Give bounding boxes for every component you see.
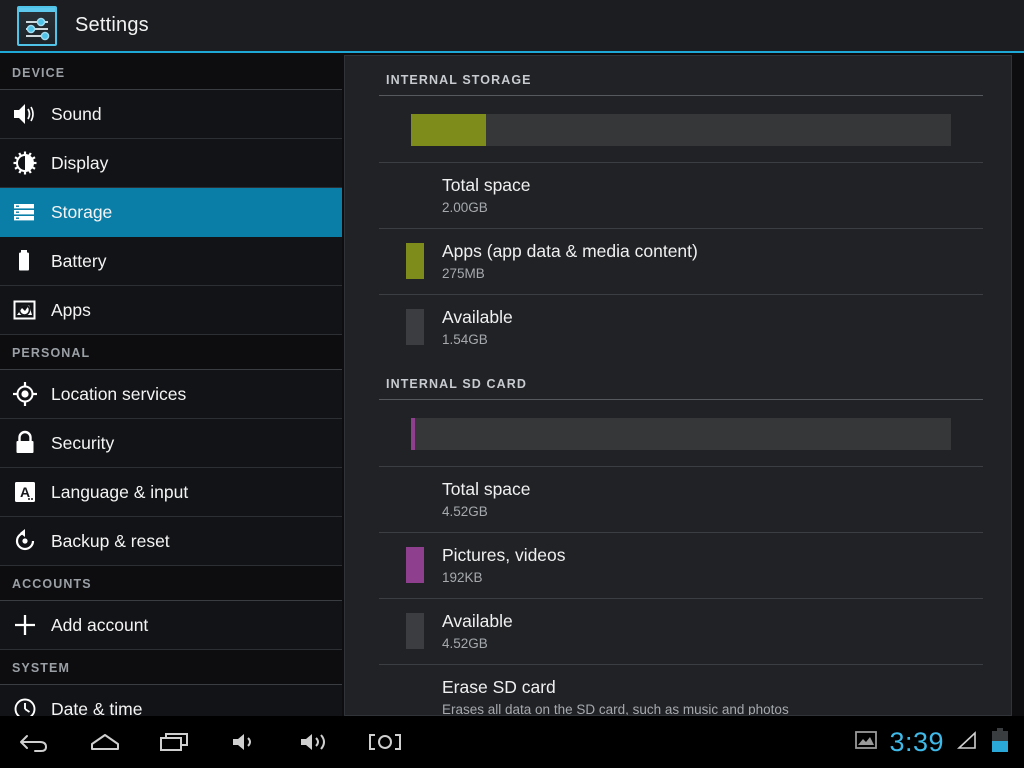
storage-row-value: 4.52GB [442, 636, 488, 651]
image-icon[interactable] [854, 729, 878, 756]
storage-content-panel: INTERNAL STORAGE Total space 2.00GB Apps (a… [344, 55, 1012, 716]
sidebar-item-label: Date & time [51, 698, 143, 717]
sidebar-item-apps[interactable]: Apps [0, 286, 342, 335]
storage-usage-bar-wrap [379, 400, 983, 466]
signal-triangle-icon[interactable] [955, 729, 979, 756]
language-a-icon: A [10, 477, 40, 507]
storage-bar-segment [411, 114, 486, 146]
storage-row-color-swatch [406, 547, 424, 583]
sidebar-item-label: Security [51, 432, 115, 453]
sidebar-item-label: Sound [51, 103, 102, 124]
storage-row-color-swatch [406, 613, 424, 649]
sidebar-item-security[interactable]: Security [0, 419, 342, 468]
storage-row-text: Apps (app data & media content) 275MB [442, 240, 698, 282]
sidebar-item-add-account[interactable]: Add account [0, 601, 342, 650]
storage-row-text: Total space 4.52GB [442, 478, 531, 520]
storage-row-title: Total space [442, 175, 531, 195]
storage-row[interactable]: Erase SD card Erases all data on the SD c… [379, 664, 983, 716]
plus-icon [10, 610, 40, 640]
sidebar-item-label: Storage [51, 201, 113, 222]
sidebar-item-display[interactable]: Display [0, 139, 342, 188]
storage-usage-bar-wrap [379, 96, 983, 162]
sidebar-section-header: DEVICE [0, 55, 342, 90]
title-bar: Settings [0, 0, 1024, 53]
settings-screen: Settings DEVICE Sound Display Storage Batter… [0, 0, 1024, 768]
home-icon[interactable] [70, 716, 140, 768]
settings-sliders-icon [17, 5, 57, 46]
storage-usage-bar [411, 418, 951, 450]
sidebar-item-battery[interactable]: Battery [0, 237, 342, 286]
storage-row-text: Erase SD card Erases all data on the SD c… [442, 676, 789, 716]
sidebar-item-label: Location services [51, 383, 187, 404]
storage-row[interactable]: Total space 4.52GB [379, 466, 983, 532]
storage-row-value: 275MB [442, 266, 485, 281]
sidebar-item-sound[interactable]: Sound [0, 90, 342, 139]
storage-row-value: 4.52GB [442, 504, 488, 519]
settings-sidebar[interactable]: DEVICE Sound Display Storage Battery Apps PERS… [0, 55, 342, 716]
sidebar-item-language-input[interactable]: A Language & input [0, 468, 342, 517]
storage-row-color-swatch [406, 309, 424, 345]
storage-icon [10, 197, 40, 227]
svg-text:A: A [20, 484, 30, 500]
sidebar-item-location-services[interactable]: Location services [0, 370, 342, 419]
storage-row-value: Erases all data on the SD card, such as … [442, 702, 789, 716]
storage-row[interactable]: Available 1.54GB [379, 294, 983, 360]
battery-icon [10, 246, 40, 276]
clock-icon [10, 694, 40, 716]
storage-row-text: Available 4.52GB [442, 610, 513, 652]
sidebar-section-header: PERSONAL [0, 335, 342, 370]
sidebar-item-label: Apps [51, 299, 91, 320]
sidebar-item-date-time[interactable]: Date & time [0, 685, 342, 716]
storage-row[interactable]: Available 4.52GB [379, 598, 983, 664]
storage-row-title: Total space [442, 479, 531, 499]
location-crosshair-icon [10, 379, 40, 409]
storage-row-title: Available [442, 611, 513, 631]
storage-row-value: 1.54GB [442, 332, 488, 347]
sidebar-item-storage[interactable]: Storage [0, 188, 342, 237]
lock-icon [10, 428, 40, 458]
brightness-icon [10, 148, 40, 178]
status-area[interactable]: 3:39 [854, 727, 1024, 758]
recents-icon[interactable] [140, 716, 210, 768]
sidebar-item-label: Backup & reset [51, 530, 170, 551]
storage-row[interactable]: Apps (app data & media content) 275MB [379, 228, 983, 294]
back-icon[interactable] [0, 716, 70, 768]
storage-row-title: Available [442, 307, 513, 327]
speaker-icon [10, 99, 40, 129]
battery-icon[interactable] [990, 727, 1010, 758]
volume-down-icon[interactable] [210, 716, 280, 768]
backup-restore-icon [10, 526, 40, 556]
apps-image-icon [10, 295, 40, 325]
sidebar-section-header: SYSTEM [0, 650, 342, 685]
page-title: Settings [75, 14, 149, 36]
storage-row[interactable]: Pictures, videos 192KB [379, 532, 983, 598]
storage-row-value: 192KB [442, 570, 483, 585]
storage-row-value: 2.00GB [442, 200, 488, 215]
screenshot-icon[interactable] [350, 716, 420, 768]
sidebar-item-backup-reset[interactable]: Backup & reset [0, 517, 342, 566]
storage-row[interactable]: Total space 2.00GB [379, 162, 983, 228]
storage-row-text: Pictures, videos 192KB [442, 544, 566, 586]
storage-row-title: Pictures, videos [442, 545, 566, 565]
storage-bar-segment [411, 418, 416, 450]
sidebar-item-label: Battery [51, 250, 107, 271]
sidebar-item-label: Add account [51, 614, 149, 635]
volume-up-icon[interactable] [280, 716, 350, 768]
storage-row-color-swatch [406, 243, 424, 279]
storage-row-text: Total space 2.00GB [442, 174, 531, 216]
storage-category-header: INTERNAL STORAGE [379, 56, 983, 96]
sidebar-section-header: ACCOUNTS [0, 566, 342, 601]
storage-category-header: INTERNAL SD CARD [379, 360, 983, 400]
system-navigation-bar[interactable]: 3:39 [0, 716, 1024, 768]
status-clock: 3:39 [889, 726, 944, 757]
storage-row-title: Erase SD card [442, 677, 556, 697]
storage-row-text: Available 1.54GB [442, 306, 513, 348]
storage-usage-bar [411, 114, 951, 146]
storage-row-title: Apps (app data & media content) [442, 241, 698, 261]
sidebar-item-label: Display [51, 152, 109, 173]
sidebar-item-label: Language & input [51, 481, 189, 502]
